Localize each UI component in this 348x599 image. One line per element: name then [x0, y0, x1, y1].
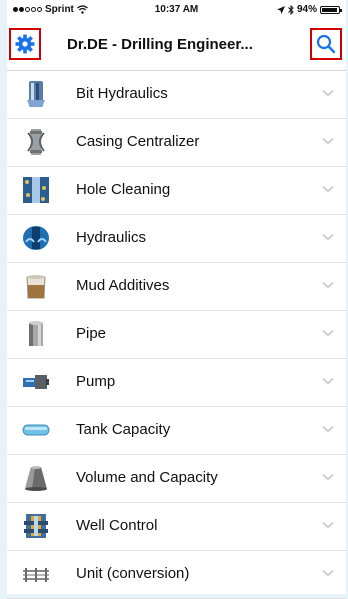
- pipe-icon: [29, 321, 43, 346]
- unit-conversion-icon: [23, 568, 49, 582]
- list-item-hydraulics[interactable]: Hydraulics: [7, 215, 346, 263]
- hole-cleaning-icon: [23, 177, 49, 203]
- gear-icon: [15, 34, 35, 54]
- chevron-down-icon: [322, 521, 334, 529]
- bit-hydraulics-icon: [27, 81, 45, 107]
- list-item-pipe[interactable]: Pipe: [7, 311, 346, 359]
- chevron-down-icon: [322, 473, 334, 481]
- list-item-casing-centralizer[interactable]: Casing Centralizer: [7, 119, 346, 167]
- battery-percent: 94%: [296, 4, 317, 15]
- search-icon: [316, 34, 336, 54]
- chevron-down-icon: [322, 89, 334, 97]
- chevron-down-icon: [322, 185, 334, 193]
- search-button[interactable]: [310, 28, 342, 60]
- location-arrow-icon: [276, 5, 285, 14]
- list-item-hole-cleaning[interactable]: Hole Cleaning: [7, 167, 346, 215]
- list-item-label: Pipe: [76, 325, 107, 342]
- list-item-unit-conversion[interactable]: Unit (conversion): [7, 551, 346, 599]
- list-item-pump[interactable]: Pump: [7, 359, 346, 407]
- volume-capacity-icon: [25, 466, 47, 491]
- list-item-label: Volume and Capacity: [76, 469, 218, 486]
- list-item-label: Bit Hydraulics: [76, 85, 168, 102]
- chevron-down-icon: [322, 569, 334, 577]
- battery-icon: [320, 5, 342, 14]
- chevron-down-icon: [322, 281, 334, 289]
- list-item-label: Unit (conversion): [76, 565, 190, 582]
- list-item-bit-hydraulics[interactable]: Bit Hydraulics: [7, 71, 346, 119]
- list-item-label: Pump: [76, 373, 116, 390]
- list-item-label: Mud Additives: [76, 277, 170, 294]
- app-screen: Sprint 10:37 AM 94% Dr.DE - Drilling Eng…: [7, 0, 346, 599]
- chevron-down-icon: [322, 329, 334, 337]
- list-item-volume-and-capacity[interactable]: Volume and Capacity: [7, 455, 346, 503]
- casing-centralizer-icon: [27, 129, 45, 155]
- list-item-label: Casing Centralizer: [76, 133, 200, 150]
- page-title: Dr.DE - Drilling Engineer...: [67, 36, 253, 53]
- bluetooth-icon: [288, 4, 294, 15]
- list-item-tank-capacity[interactable]: Tank Capacity: [7, 407, 346, 455]
- list-item-label: Hydraulics: [76, 229, 147, 246]
- navigation-bar: Dr.DE - Drilling Engineer...: [7, 20, 346, 71]
- list-item-label: Hole Cleaning: [76, 181, 171, 198]
- list-item-mud-additives[interactable]: Mud Additives: [7, 263, 346, 311]
- list-item-label: Tank Capacity: [76, 421, 171, 438]
- hydraulics-icon: [23, 226, 49, 250]
- chevron-down-icon: [322, 425, 334, 433]
- settings-button[interactable]: [9, 28, 41, 60]
- list-item-well-control[interactable]: Well Control: [7, 503, 346, 551]
- chevron-down-icon: [322, 377, 334, 385]
- well-control-icon: [24, 514, 48, 538]
- mud-additives-icon: [26, 275, 46, 299]
- category-list: Bit Hydraulics Casing Centralizer Hole C…: [7, 71, 346, 599]
- chevron-down-icon: [322, 233, 334, 241]
- status-right: 94%: [276, 4, 342, 15]
- chevron-down-icon: [322, 137, 334, 145]
- list-item-label: Well Control: [76, 517, 158, 534]
- pump-icon: [23, 375, 49, 389]
- tank-capacity-icon: [22, 424, 50, 436]
- status-bar: Sprint 10:37 AM 94%: [7, 0, 346, 20]
